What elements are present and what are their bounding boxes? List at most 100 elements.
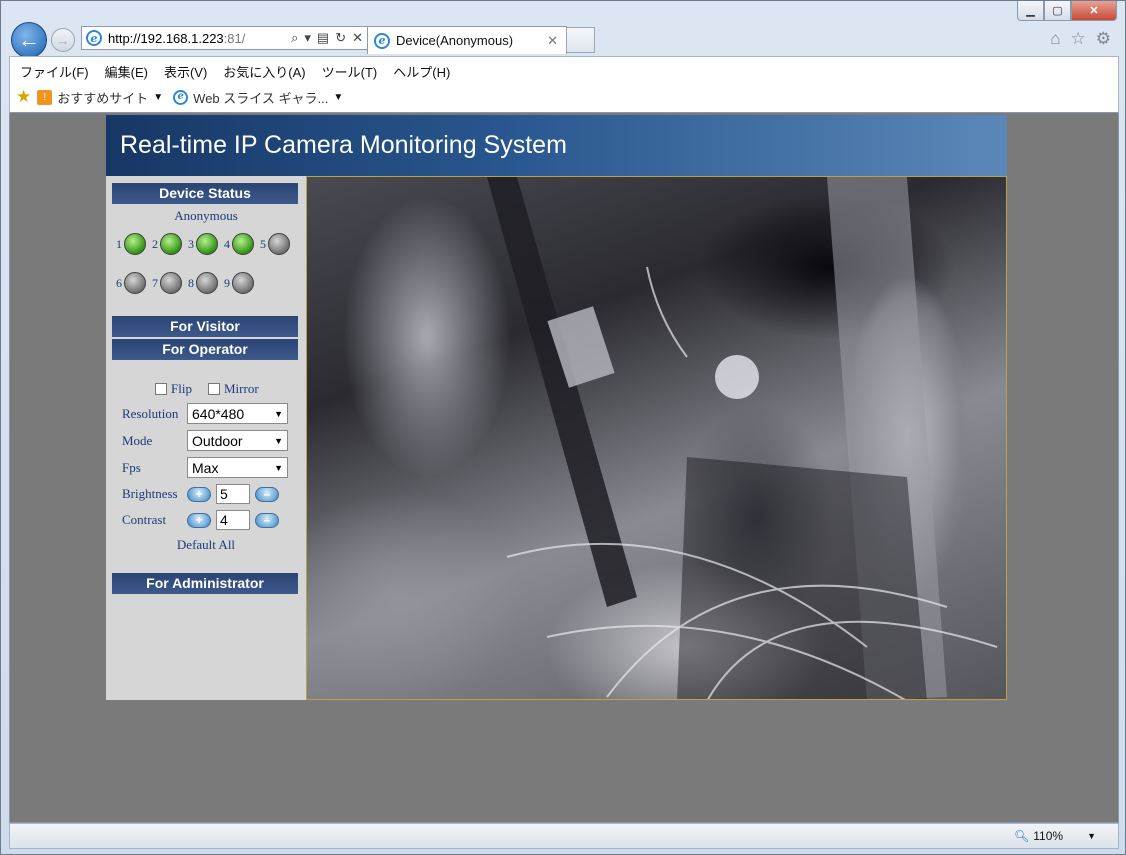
stop-icon[interactable]: ✕ xyxy=(352,30,363,46)
device-4[interactable]: 4 xyxy=(224,233,258,255)
webslice-icon: e xyxy=(173,89,189,105)
led-online-icon xyxy=(232,233,254,255)
suggested-sites-icon: ! xyxy=(37,89,53,105)
device-5[interactable]: 5 xyxy=(260,233,294,255)
device-3[interactable]: 3 xyxy=(188,233,222,255)
favorites-bar: ★ ! おすすめサイト ▼ e Web スライス ギャラ... ▼ xyxy=(10,83,1118,111)
address-bar[interactable]: e http://192.168.1.223:81/ ⌕ ▾ ▤ ↻ ✕ xyxy=(81,26,369,50)
menu-edit[interactable]: 編集(E) xyxy=(105,62,148,83)
back-arrow-icon: ← xyxy=(18,27,40,52)
mode-select[interactable]: Outdoor ▼ xyxy=(187,430,288,451)
device-8[interactable]: 8 xyxy=(188,272,222,294)
menu-favorites[interactable]: お気に入り(A) xyxy=(223,62,305,83)
zoom-icon: 🔍︎ xyxy=(1014,829,1030,843)
menu-view[interactable]: 表示(V) xyxy=(164,62,207,83)
brightness-value[interactable]: 5 xyxy=(216,484,250,504)
window-controls: ▁ ▢ ✕ xyxy=(1017,1,1117,21)
contrast-increase-button[interactable]: + xyxy=(187,512,211,528)
device-1[interactable]: 1 xyxy=(116,233,150,255)
chevron-down-icon: ▼ xyxy=(274,435,283,446)
chevron-down-icon[interactable]: ▼ xyxy=(333,92,343,103)
led-online-icon xyxy=(196,233,218,255)
resolution-select[interactable]: 640*480 ▼ xyxy=(187,403,288,424)
page-viewport: Real-time IP Camera Monitoring System De… xyxy=(9,112,1119,823)
close-window-button[interactable]: ✕ xyxy=(1071,1,1117,21)
mode-label: Mode xyxy=(122,432,153,448)
close-tab-icon[interactable]: ✕ xyxy=(547,33,558,49)
led-online-icon xyxy=(124,233,146,255)
refresh-icon[interactable]: ↻ xyxy=(335,30,346,46)
navigation-bar: ← → e http://192.168.1.223:81/ ⌕ ▾ ▤ ↻ ✕… xyxy=(9,22,1119,58)
favorites-star-icon[interactable]: ☆ xyxy=(1071,29,1086,49)
for-visitor-header[interactable]: For Visitor xyxy=(112,316,298,337)
back-button[interactable]: ← xyxy=(11,22,47,58)
device-led-row-2: 6 7 8 9 xyxy=(116,272,258,294)
mode-row: Mode Outdoor ▼ xyxy=(122,430,288,451)
device-status-header[interactable]: Device Status xyxy=(112,183,298,204)
page-title: Real-time IP Camera Monitoring System xyxy=(120,131,567,159)
brightness-decrease-button[interactable]: – xyxy=(255,486,279,502)
device-9[interactable]: 9 xyxy=(224,272,258,294)
contrast-decrease-button[interactable]: – xyxy=(255,512,279,528)
tab-title: Device(Anonymous) xyxy=(396,33,514,48)
contrast-label: Contrast xyxy=(122,512,167,527)
menu-help[interactable]: ヘルプ(H) xyxy=(393,62,450,83)
menu-tools[interactable]: ツール(T) xyxy=(322,62,378,83)
mirror-option[interactable]: Mirror xyxy=(208,381,259,397)
minimize-button[interactable]: ▁ xyxy=(1017,1,1044,21)
tab-active[interactable]: e Device(Anonymous) ✕ xyxy=(367,26,567,54)
for-operator-header[interactable]: For Operator xyxy=(112,339,298,360)
for-administrator-header[interactable]: For Administrator xyxy=(112,573,298,594)
flip-label: Flip xyxy=(171,381,192,396)
resolution-row: Resolution 640*480 ▼ xyxy=(122,403,288,424)
ie-page-icon: e xyxy=(86,30,102,46)
maximize-button[interactable]: ▢ xyxy=(1044,1,1071,21)
led-offline-icon xyxy=(160,272,182,294)
device-2[interactable]: 2 xyxy=(152,233,186,255)
led-online-icon xyxy=(160,233,182,255)
default-all-link[interactable]: Default All xyxy=(106,537,306,553)
device-7[interactable]: 7 xyxy=(152,272,186,294)
menu-bar: ファイル(F) 編集(E) 表示(V) お気に入り(A) ツール(T) ヘルプ(… xyxy=(10,57,1118,83)
favorites-add-icon[interactable]: ★ xyxy=(16,87,31,107)
browser-tools: ⌂ ☆ ⚙ xyxy=(1050,29,1111,49)
compat-view-icon[interactable]: ▤ xyxy=(317,30,329,46)
flip-option[interactable]: Flip xyxy=(155,381,192,397)
brightness-row: Brightness + 5 – xyxy=(122,484,279,504)
address-url[interactable]: http://192.168.1.223:81/ xyxy=(108,31,245,46)
mirror-checkbox[interactable] xyxy=(208,383,220,395)
gear-icon[interactable]: ⚙ xyxy=(1096,29,1111,49)
browser-window: ▁ ▢ ✕ ← → e http://192.168.1.223:81/ ⌕ ▾… xyxy=(0,0,1126,855)
new-tab-button[interactable] xyxy=(566,27,595,53)
home-icon[interactable]: ⌂ xyxy=(1050,29,1060,49)
dropdown-icon[interactable]: ▾ xyxy=(304,30,311,46)
chevron-down-icon[interactable]: ▼ xyxy=(153,92,163,103)
contrast-value[interactable]: 4 xyxy=(216,510,250,530)
zoom-level: 110% xyxy=(1033,829,1064,843)
page-banner: Real-time IP Camera Monitoring System xyxy=(106,115,1007,176)
brightness-label: Brightness xyxy=(122,486,178,501)
fps-row: Fps Max ▼ xyxy=(122,457,288,478)
resolution-label: Resolution xyxy=(122,405,179,421)
chevron-down-icon: ▼ xyxy=(274,462,283,473)
led-offline-icon xyxy=(268,233,290,255)
menu-file[interactable]: ファイル(F) xyxy=(20,62,89,83)
forward-button[interactable]: → xyxy=(51,28,75,52)
fps-select[interactable]: Max ▼ xyxy=(187,457,288,478)
chevron-down-icon: ▼ xyxy=(274,408,283,419)
status-bar: 🔍︎ 110% ▼ xyxy=(9,823,1119,849)
brightness-increase-button[interactable]: + xyxy=(187,486,211,502)
address-tools: ⌕ ▾ ▤ ↻ ✕ xyxy=(291,30,368,46)
menu-and-favorites-bar: ファイル(F) 編集(E) 表示(V) お気に入り(A) ツール(T) ヘルプ(… xyxy=(9,56,1119,112)
chevron-down-icon[interactable]: ▼ xyxy=(1087,831,1096,841)
night-scene-overlay xyxy=(487,177,998,699)
search-icon[interactable]: ⌕ xyxy=(291,30,298,46)
device-led-row-1: 1 2 3 4 5 xyxy=(116,233,294,255)
suggested-sites-link[interactable]: おすすめサイト xyxy=(57,88,148,107)
camera-video-feed xyxy=(306,176,1007,700)
led-offline-icon xyxy=(124,272,146,294)
flip-checkbox[interactable] xyxy=(155,383,167,395)
device-6[interactable]: 6 xyxy=(116,272,150,294)
zoom-control[interactable]: 🔍︎ 110% ▼ xyxy=(1014,829,1096,843)
webslice-gallery-link[interactable]: Web スライス ギャラ... xyxy=(193,88,328,107)
